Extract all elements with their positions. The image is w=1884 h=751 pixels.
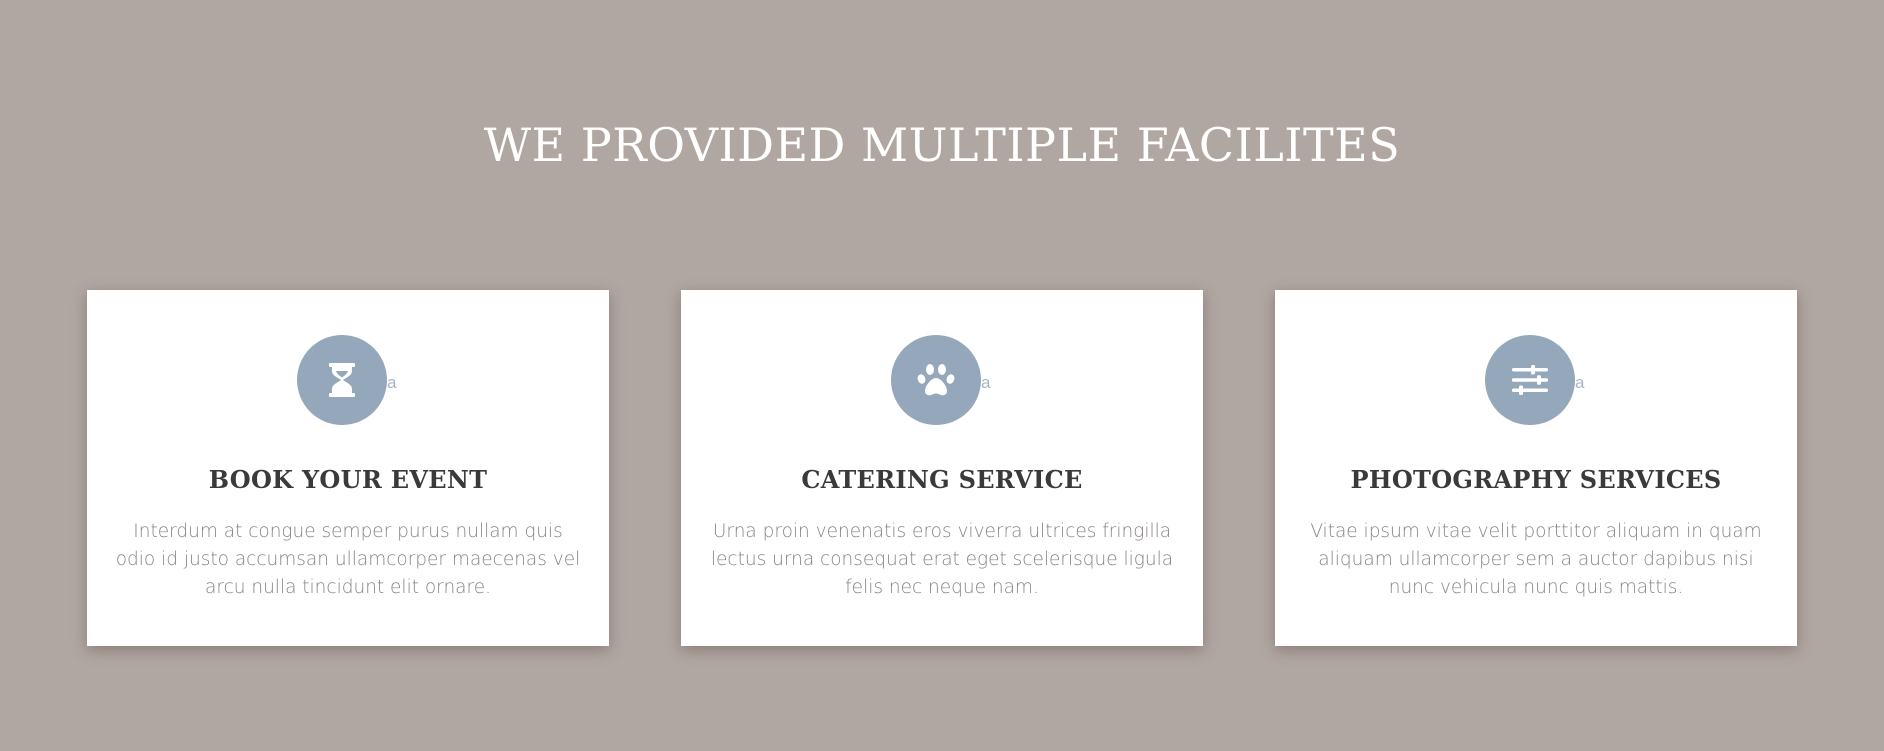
icon-suffix: a: [387, 373, 397, 392]
card-description: Urna proin venenatis eros viverra ultric…: [710, 521, 1174, 598]
sliders-icon: [1512, 365, 1548, 395]
section-title: WE PROVIDED MULTIPLE FACILITES: [483, 118, 1401, 172]
icon-suffix: a: [981, 373, 991, 392]
card-title: BOOK YOUR EVENT: [208, 465, 488, 494]
facility-card-photography: a PHOTOGRAPHY SERVICES Vitae ipsum vitae…: [1275, 290, 1797, 646]
icon-circle: [297, 335, 387, 425]
card-description: Interdum at congue semper purus nullam q…: [115, 521, 581, 598]
paw-icon: [917, 364, 955, 396]
icon-wrap: a: [891, 335, 990, 425]
icon-circle: [1485, 335, 1575, 425]
card-title: PHOTOGRAPHY SERVICES: [1350, 465, 1722, 494]
facility-card-catering: a CATERING SERVICE Urna proin venenatis …: [681, 290, 1203, 646]
icon-circle: [891, 335, 981, 425]
facilities-cards: a BOOK YOUR EVENT Interdum at congue sem…: [87, 290, 1797, 646]
hourglass-icon: [329, 363, 355, 397]
card-description: Vitae ipsum vitae velit porttitor aliqua…: [1310, 521, 1762, 598]
icon-wrap: a: [1485, 335, 1584, 425]
icon-wrap: a: [297, 335, 396, 425]
card-title: CATERING SERVICE: [801, 465, 1083, 494]
icon-suffix: a: [1575, 373, 1585, 392]
facility-card-book-event: a BOOK YOUR EVENT Interdum at congue sem…: [87, 290, 609, 646]
